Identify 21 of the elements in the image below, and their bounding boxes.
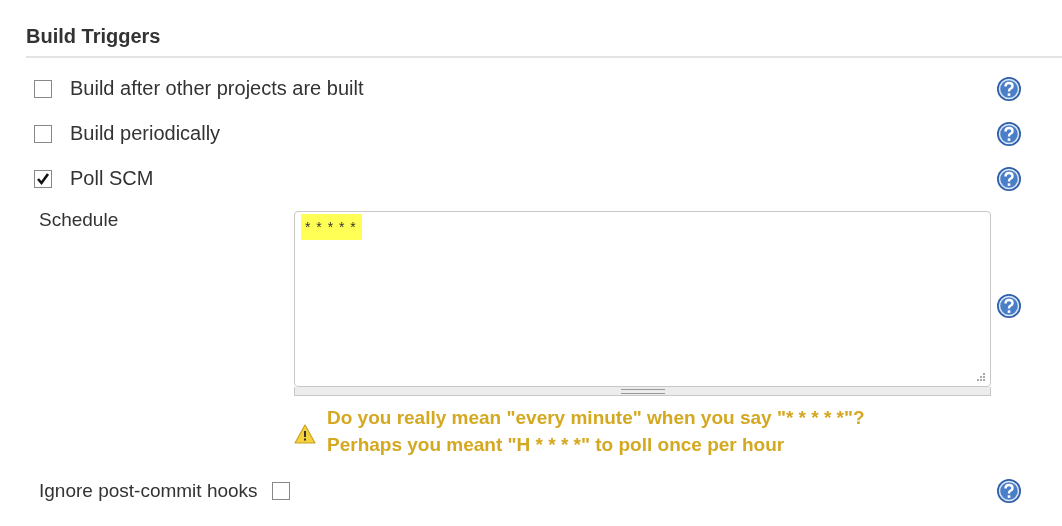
checkbox-label[interactable]: Poll SCM [70, 167, 154, 190]
checkbox-label[interactable]: Ignore post-commit hooks [39, 479, 258, 502]
help-icon[interactable] [996, 75, 1022, 102]
help-icon[interactable] [996, 120, 1022, 147]
help-icon[interactable] [996, 165, 1022, 192]
checkbox[interactable] [34, 79, 52, 98]
checkbox[interactable] [34, 124, 52, 143]
warning-text: Perhaps you meant "H * * * *" to poll once per hour [327, 433, 786, 457]
checkbox[interactable] [271, 481, 290, 500]
warning-icon [294, 424, 316, 444]
help-icon[interactable] [996, 477, 1022, 504]
checkbox-label[interactable]: Build periodically [70, 122, 221, 145]
resize-grip-icon[interactable] [976, 372, 986, 382]
warning-text: Do you really mean "every minute" when you say "* * * * *"? [327, 406, 865, 430]
checkbox[interactable] [34, 169, 52, 188]
schedule-label: Schedule [39, 209, 120, 232]
resize-handle[interactable] [294, 387, 991, 396]
help-icon[interactable] [996, 293, 1022, 319]
schedule-field[interactable]: * * * * * [294, 211, 991, 387]
checkbox-label[interactable]: Build after other projects are built [70, 77, 364, 100]
section-title: Build Triggers [26, 24, 162, 49]
